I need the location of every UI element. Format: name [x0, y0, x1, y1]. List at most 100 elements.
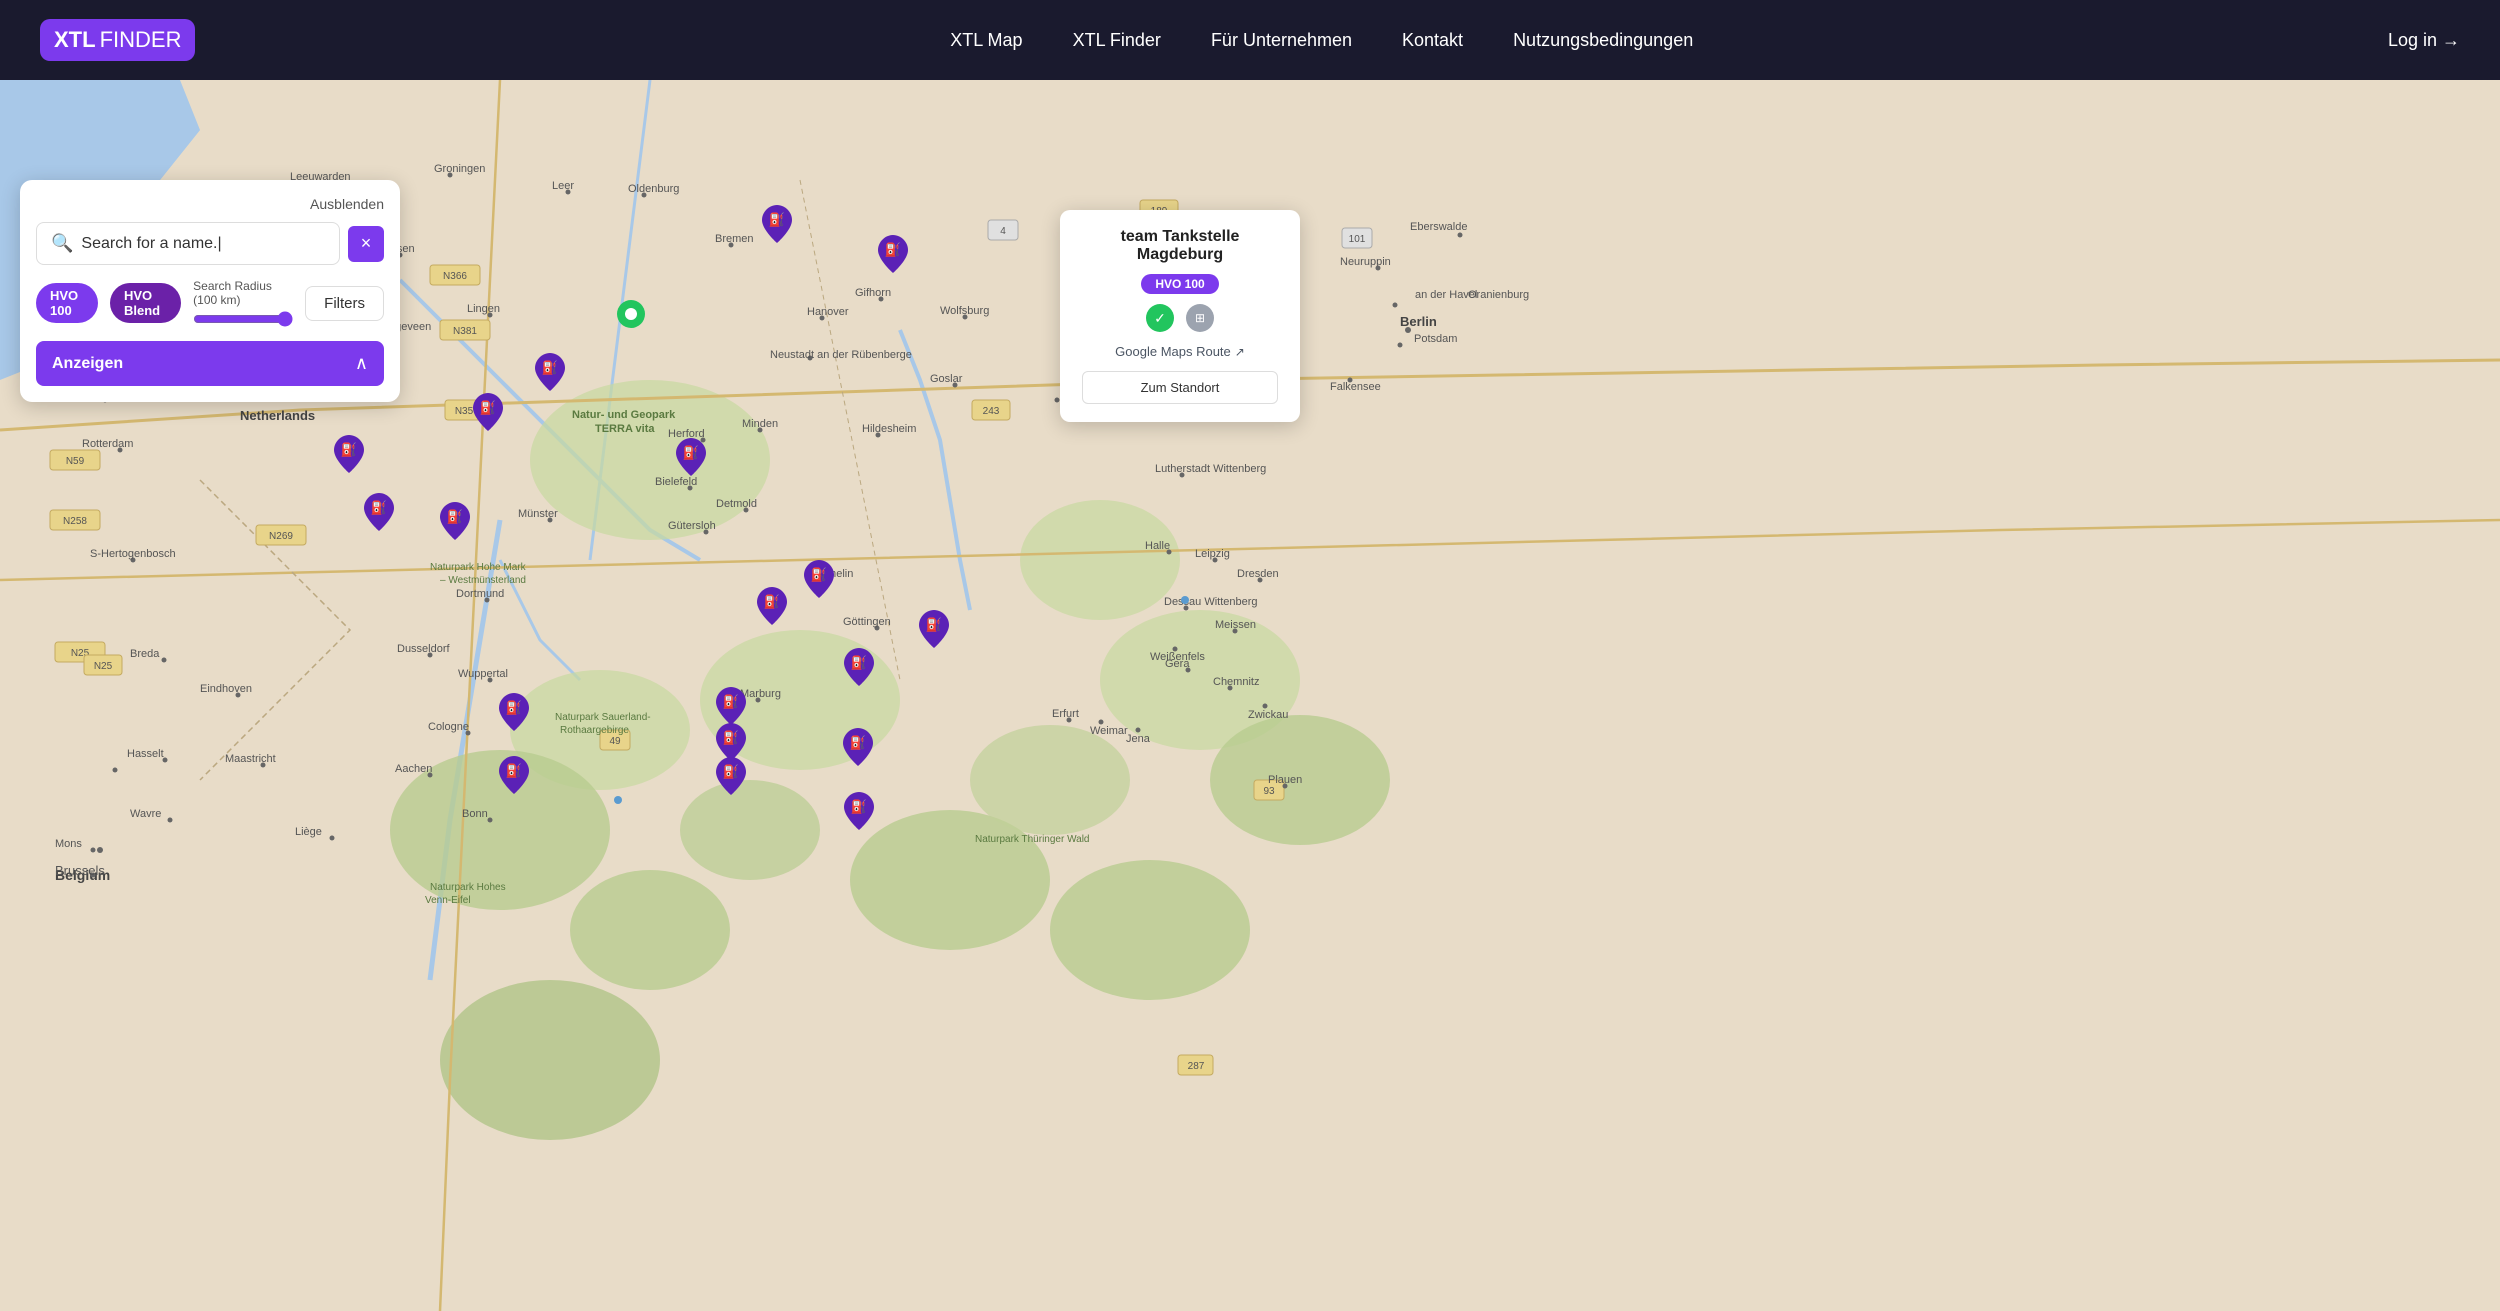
search-panel: Ausblenden 🔍 × HVO 100 HVO Blend Search … — [20, 180, 400, 402]
svg-text:Venn-Eifel: Venn-Eifel — [425, 895, 471, 906]
fuel-pin-4[interactable]: ⛽ — [473, 393, 503, 436]
search-input[interactable] — [81, 235, 325, 253]
popup-check-icon: ✓ — [1146, 304, 1174, 332]
svg-text:⛽: ⛽ — [480, 400, 496, 415]
svg-text:N366: N366 — [443, 271, 467, 282]
search-icon: 🔍 — [51, 233, 73, 254]
fuel-pin-9[interactable]: ⛽ — [804, 560, 834, 603]
fuel-pin-19[interactable]: ⛽ — [844, 792, 874, 835]
svg-text:Plauen: Plauen — [1268, 774, 1302, 786]
svg-text:Neustadt an der Rübenberge: Neustadt an der Rübenberge — [770, 349, 912, 361]
navbar: XTL FINDER XTL Map XTL Finder Für Untern… — [0, 0, 2500, 80]
svg-text:TERRA vita: TERRA vita — [595, 423, 655, 435]
fuel-pin-1[interactable]: ⛽ — [762, 205, 792, 248]
svg-text:N35: N35 — [455, 406, 474, 417]
fuel-pin-5[interactable]: ⛽ — [334, 435, 364, 478]
svg-text:49: 49 — [609, 736, 621, 747]
svg-text:Cologne: Cologne — [428, 721, 469, 733]
svg-text:Bonn: Bonn — [462, 808, 488, 820]
svg-text:⛽: ⛽ — [885, 242, 901, 257]
anzeigen-label: Anzeigen — [52, 355, 123, 373]
fuel-pin-11[interactable]: ⛽ — [919, 610, 949, 653]
svg-text:Potsdam: Potsdam — [1414, 333, 1457, 345]
svg-text:Wolfsburg: Wolfsburg — [940, 305, 989, 317]
fuel-pin-10[interactable]: ⛽ — [757, 587, 787, 630]
svg-text:Netherlands: Netherlands — [240, 408, 315, 423]
filters-button[interactable]: Filters — [305, 286, 384, 321]
svg-text:Hanover: Hanover — [807, 306, 849, 318]
svg-text:93: 93 — [1263, 786, 1275, 797]
ausblenden-button[interactable]: Ausblenden — [310, 196, 384, 212]
nav-xtl-map[interactable]: XTL Map — [950, 30, 1022, 51]
map-container[interactable]: N59 N258 N381 N366 N35 N269 N25 N25 243 … — [0, 80, 2500, 1311]
nav-links: XTL Map XTL Finder Für Unternehmen Konta… — [255, 30, 2388, 51]
anzeigen-row[interactable]: Anzeigen ∧ — [36, 341, 384, 386]
filter-row: HVO 100 HVO Blend Search Radius (100 km)… — [36, 279, 384, 327]
svg-text:Naturpark Hohe Mark: Naturpark Hohe Mark — [430, 562, 527, 573]
nav-xtl-finder[interactable]: XTL Finder — [1073, 30, 1161, 51]
nav-kontakt[interactable]: Kontakt — [1402, 30, 1463, 51]
svg-text:Dusseldorf: Dusseldorf — [397, 643, 451, 655]
svg-text:Rotterdam: Rotterdam — [82, 438, 133, 450]
clear-button[interactable]: × — [348, 226, 384, 262]
svg-text:Wuppertal: Wuppertal — [458, 668, 508, 680]
hvoblend-tag[interactable]: HVO Blend — [110, 283, 181, 323]
svg-text:Goslar: Goslar — [930, 373, 963, 385]
google-maps-link[interactable]: Google Maps Route ↗ — [1082, 344, 1278, 359]
fuel-pin-7[interactable]: ⛽ — [364, 493, 394, 536]
svg-text:⛽: ⛽ — [683, 445, 699, 460]
svg-text:Gütersloh: Gütersloh — [668, 520, 716, 532]
check-symbol: ✓ — [1154, 310, 1166, 327]
svg-text:Dortmund: Dortmund — [456, 588, 504, 600]
svg-text:⛽: ⛽ — [926, 617, 942, 632]
svg-text:Erfurt: Erfurt — [1052, 708, 1079, 720]
fuel-pin-8[interactable]: ⛽ — [440, 502, 470, 545]
fuel-pin-16[interactable]: ⛽ — [843, 728, 873, 771]
svg-text:Oldenburg: Oldenburg — [628, 183, 679, 195]
green-pin[interactable] — [617, 300, 645, 339]
radius-slider[interactable] — [193, 311, 293, 327]
popup-badge: HVO 100 — [1141, 274, 1218, 294]
svg-text:Eindhoven: Eindhoven — [200, 683, 252, 695]
svg-text:⛽: ⛽ — [764, 594, 780, 609]
fuel-pin-18[interactable]: ⛽ — [499, 756, 529, 799]
nav-fur-unternehmen[interactable]: Für Unternehmen — [1211, 30, 1352, 51]
svg-text:Dessau Wittenberg: Dessau Wittenberg — [1164, 596, 1258, 608]
svg-text:Breda: Breda — [130, 648, 160, 660]
search-input-wrap: 🔍 — [36, 222, 340, 265]
panel-header: Ausblenden — [36, 196, 384, 212]
fuel-pin-2[interactable]: ⛽ — [878, 235, 908, 278]
svg-text:N25: N25 — [94, 661, 113, 672]
nav-nutzungsbedingungen[interactable]: Nutzungsbedingungen — [1513, 30, 1693, 51]
svg-text:N269: N269 — [269, 531, 293, 542]
svg-text:Göttingen: Göttingen — [843, 616, 891, 628]
logo[interactable]: XTL FINDER — [40, 19, 195, 61]
svg-text:N381: N381 — [453, 326, 477, 337]
fuel-pin-3[interactable]: ⛽ — [535, 353, 565, 396]
svg-text:⛽: ⛽ — [506, 700, 522, 715]
svg-text:⛽: ⛽ — [447, 509, 463, 524]
svg-text:Wavre: Wavre — [130, 808, 161, 820]
svg-text:S-Hertogenbosch: S-Hertogenbosch — [90, 548, 176, 560]
search-row: 🔍 × — [36, 222, 384, 265]
radius-label: Search Radius (100 km) — [193, 279, 293, 307]
zum-standort-button[interactable]: Zum Standort — [1082, 371, 1278, 404]
svg-text:Neuruppin: Neuruppin — [1340, 256, 1391, 268]
fuel-pin-6[interactable]: ⛽ — [676, 438, 706, 481]
svg-text:Marburg: Marburg — [740, 688, 781, 700]
fuel-pin-14[interactable]: ⛽ — [499, 693, 529, 736]
svg-text:Bremen: Bremen — [715, 233, 754, 245]
svg-text:Eberswalde: Eberswalde — [1410, 221, 1467, 233]
svg-text:Lingen: Lingen — [467, 303, 500, 315]
svg-text:⛽: ⛽ — [851, 655, 867, 670]
svg-text:⛽: ⛽ — [723, 764, 739, 779]
station-popup: team Tankstelle Magdeburg HVO 100 ✓ ⊞ Go… — [1060, 210, 1300, 422]
hvo100-tag[interactable]: HVO 100 — [36, 283, 98, 323]
external-link-icon: ↗ — [1235, 345, 1245, 359]
fuel-pin-17[interactable]: ⛽ — [716, 757, 746, 800]
login-button[interactable]: Log in → — [2388, 30, 2460, 51]
svg-text:– Westmünsterland: – Westmünsterland — [440, 575, 526, 586]
svg-text:Berlin: Berlin — [1400, 314, 1437, 329]
fuel-pin-12[interactable]: ⛽ — [844, 648, 874, 691]
svg-text:Weimar: Weimar — [1090, 725, 1128, 737]
